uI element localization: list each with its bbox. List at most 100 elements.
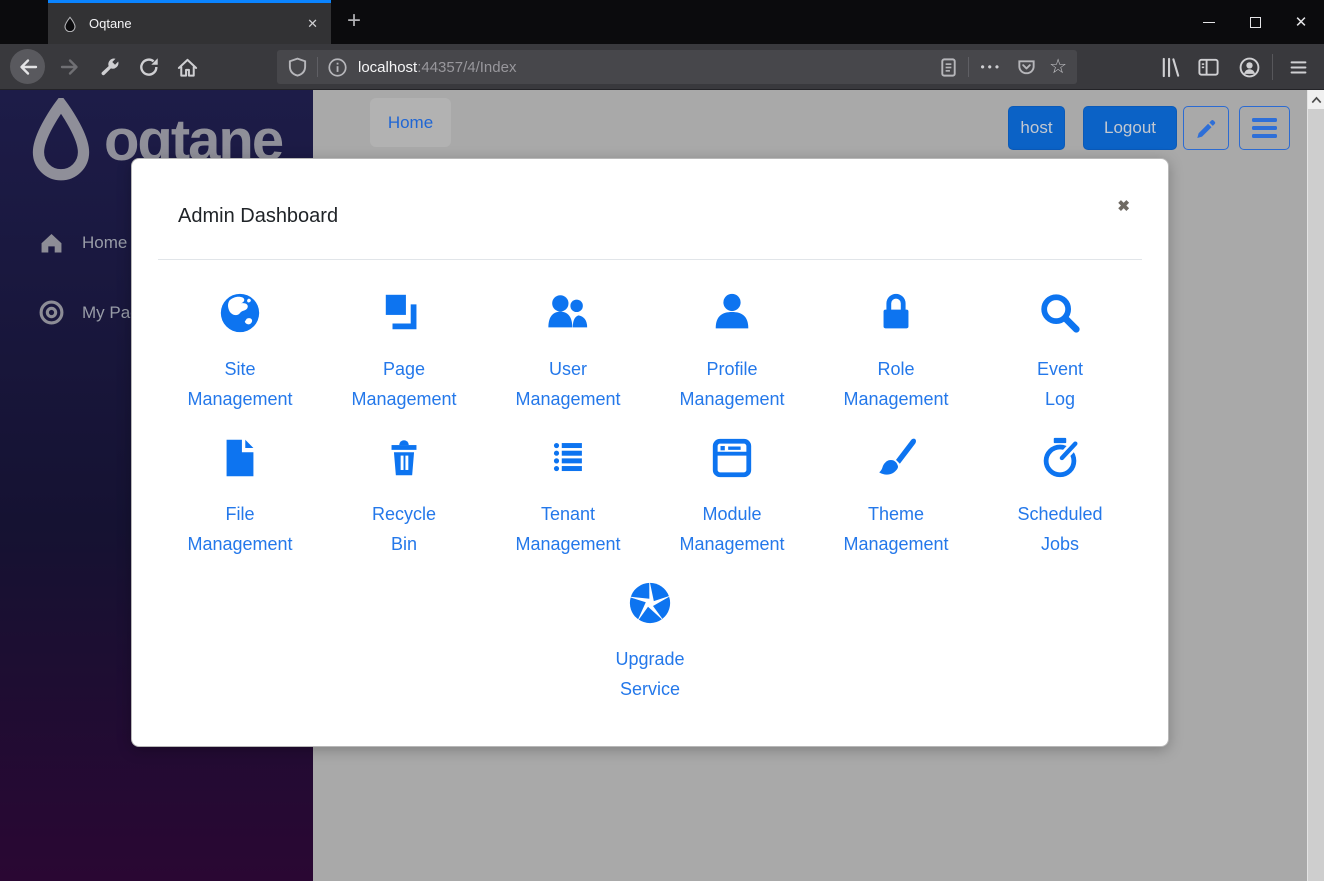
back-button[interactable]: [10, 49, 45, 84]
new-tab-button[interactable]: +: [338, 6, 370, 38]
sidebar-item-home[interactable]: Home: [38, 229, 127, 256]
library-icon: [1159, 56, 1182, 79]
forward-button[interactable]: [58, 55, 82, 79]
close-window-button[interactable]: ✕: [1278, 0, 1324, 44]
tab-title: Oqtane: [89, 16, 307, 31]
back-arrow-icon: [16, 55, 40, 79]
tile-page-management[interactable]: Page Management: [322, 290, 486, 414]
tile-theme-management[interactable]: Theme Management: [814, 435, 978, 559]
list-icon: [545, 435, 591, 481]
tile-role-management[interactable]: Role Management: [814, 290, 978, 414]
file-icon: [217, 435, 263, 481]
page-actions-icon[interactable]: •••: [980, 60, 1002, 74]
tile-module-management[interactable]: Module Management: [650, 435, 814, 559]
reload-button[interactable]: [137, 55, 161, 79]
close-icon: ✕: [1295, 13, 1308, 31]
tab-close-icon[interactable]: ✕: [307, 16, 318, 32]
trash-icon: [381, 435, 427, 481]
vertical-scrollbar[interactable]: [1307, 90, 1324, 881]
timer-icon: [1037, 435, 1083, 481]
tile-upgrade-service[interactable]: Upgrade Service: [568, 580, 732, 704]
chevron-up-icon: [1311, 96, 1322, 104]
sidebar-toggle-button[interactable]: [1196, 55, 1220, 79]
tile-label: Module Management: [650, 499, 814, 559]
oqtane-droplet-icon: [24, 98, 98, 184]
modal-title: Admin Dashboard: [178, 201, 1122, 231]
globe-icon: [217, 290, 263, 336]
tile-label: Theme Management: [814, 499, 978, 559]
tile-label: Profile Management: [650, 354, 814, 414]
minimize-button[interactable]: [1186, 0, 1232, 44]
people-icon: [545, 290, 591, 336]
sidebar-item-label: Home: [82, 233, 127, 253]
admin-tiles-grid: Site Management Page Management: [155, 260, 1145, 725]
magnifier-icon: [1037, 290, 1083, 336]
window-controls: ✕: [1186, 0, 1324, 44]
reload-icon: [138, 56, 160, 78]
toolbar-separator: [1272, 54, 1273, 80]
tile-profile-management[interactable]: Profile Management: [650, 290, 814, 414]
tile-tenant-management[interactable]: Tenant Management: [486, 435, 650, 559]
home-icon: [176, 56, 199, 79]
tab-bar: Oqtane ✕ + ✕: [0, 0, 1324, 44]
edit-mode-button[interactable]: [1183, 106, 1229, 150]
tile-file-management[interactable]: File Management: [158, 435, 322, 559]
house-icon: [38, 229, 65, 256]
tile-scheduled-jobs[interactable]: Scheduled Jobs: [978, 435, 1142, 559]
navigation-toolbar: localhost:44357/4/Index ••• ☆: [0, 44, 1324, 90]
bookmark-star-icon[interactable]: ☆: [1049, 57, 1067, 77]
burger-bar-icon: [1252, 134, 1277, 138]
aperture-icon: [627, 580, 673, 626]
modal-close-button[interactable]: ✖: [1117, 197, 1130, 215]
control-panel-button[interactable]: [1239, 106, 1290, 150]
hamburger-icon: [1288, 57, 1309, 78]
admin-dashboard-modal: Admin Dashboard ✖ Site Management: [131, 158, 1169, 747]
tile-label: Tenant Management: [486, 499, 650, 559]
urlbar-separator: [968, 57, 969, 77]
burger-bar-icon: [1252, 118, 1277, 122]
nav-home-link[interactable]: Home: [370, 98, 451, 147]
logout-button[interactable]: Logout: [1083, 106, 1177, 150]
tile-label: Page Management: [322, 354, 486, 414]
modal-header: Admin Dashboard ✖: [132, 159, 1168, 231]
tile-site-management[interactable]: Site Management: [158, 290, 322, 414]
tile-label: File Management: [158, 499, 322, 559]
tracking-protection-shield-icon[interactable]: [287, 56, 308, 78]
tile-label: User Management: [486, 354, 650, 414]
maximize-button[interactable]: [1232, 0, 1278, 44]
tile-label: Event Log: [978, 354, 1142, 414]
account-button[interactable]: [1237, 55, 1261, 79]
menu-button[interactable]: [1286, 55, 1310, 79]
wrench-icon: [99, 56, 121, 78]
host-button[interactable]: host: [1008, 106, 1065, 150]
maximize-icon: [1250, 17, 1261, 28]
sidebar-toggle-icon: [1197, 56, 1220, 79]
site-info-icon[interactable]: [327, 57, 348, 78]
tile-recycle-bin[interactable]: Recycle Bin: [322, 435, 486, 559]
forward-arrow-icon: [58, 55, 82, 79]
tab-oqtane[interactable]: Oqtane ✕: [48, 0, 331, 44]
reader-mode-icon[interactable]: [938, 57, 959, 78]
home-button[interactable]: [175, 55, 199, 79]
customize-button[interactable]: [98, 55, 122, 79]
tile-event-log[interactable]: Event Log: [978, 290, 1142, 414]
tile-label: Site Management: [158, 354, 322, 414]
target-icon: [38, 299, 65, 326]
url-path: :44357/4/Index: [417, 59, 516, 76]
pocket-icon[interactable]: [1016, 57, 1037, 78]
tile-label: Recycle Bin: [322, 499, 486, 559]
url-bar[interactable]: localhost:44357/4/Index ••• ☆: [277, 50, 1077, 84]
tile-user-management[interactable]: User Management: [486, 290, 650, 414]
url-text[interactable]: localhost:44357/4/Index: [358, 59, 938, 76]
account-icon: [1238, 56, 1261, 79]
urlbar-separator: [317, 57, 318, 77]
library-button[interactable]: [1158, 55, 1182, 79]
tile-label: Role Management: [814, 354, 978, 414]
tile-label: Upgrade Service: [568, 644, 732, 704]
browser-window: Oqtane ✕ + ✕: [0, 0, 1324, 881]
scroll-up-button[interactable]: [1308, 90, 1324, 109]
lock-icon: [873, 290, 919, 336]
minimize-icon: [1203, 22, 1215, 23]
pencil-icon: [1196, 118, 1217, 139]
url-host: localhost: [358, 59, 417, 76]
